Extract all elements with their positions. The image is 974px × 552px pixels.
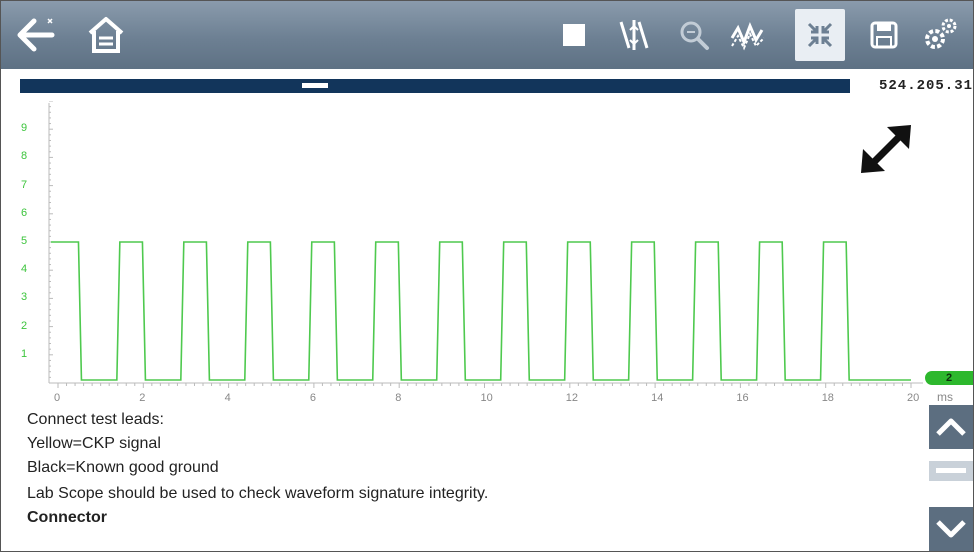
collapse-icon[interactable]: [795, 9, 845, 61]
x-tick-label: 10: [480, 392, 493, 404]
home-icon[interactable]: [81, 9, 131, 61]
info-line: Black=Known good ground: [27, 459, 219, 476]
zoom-icon[interactable]: [669, 9, 719, 61]
save-icon[interactable]: [859, 9, 909, 61]
waveform-icon[interactable]: [723, 9, 773, 61]
info-line: Connect test leads:: [27, 411, 164, 428]
position-readout: 524.205.31: [878, 78, 973, 94]
y-tick-label: 7: [21, 178, 28, 191]
settings-icon[interactable]: [915, 9, 965, 61]
info-line: Yellow=CKP signal: [27, 435, 161, 452]
x-tick-label: 20: [907, 392, 920, 404]
waveform-scrollbar[interactable]: [20, 79, 850, 93]
scroll-position-indicator: [929, 461, 973, 481]
stop-icon[interactable]: [549, 9, 599, 61]
scope-window: 524.205.31 2 ms 1 2 3 4 5 6 7 8 9 0 2 4 6 8 10 12 14 16 18…: [0, 0, 974, 552]
x-tick-label: 18: [821, 392, 834, 404]
info-scroll-controls: [927, 405, 973, 551]
x-tick-label: 2: [139, 392, 146, 404]
x-tick-label: 0: [54, 392, 61, 404]
y-tick-label: 6: [21, 206, 28, 219]
y-tick-label: 1: [21, 347, 28, 360]
x-tick-label: 12: [565, 392, 579, 404]
info-line: Lab Scope should be used to check wavefo…: [27, 485, 489, 502]
y-tick-label: 2: [21, 319, 28, 332]
x-axis-unit: ms: [937, 390, 953, 404]
x-tick-label: 8: [395, 392, 402, 404]
toolbar: [1, 1, 973, 69]
x-tick-label: 6: [309, 392, 317, 404]
back-arrow-icon[interactable]: [11, 9, 61, 61]
y-tick-label: 5: [21, 235, 28, 247]
scroll-up-button[interactable]: [929, 405, 973, 449]
y-tick-label: 9: [21, 122, 28, 135]
scroll-thumb[interactable]: [302, 83, 329, 88]
waveform-plot: 2 ms 1 2 3 4 5 6 7 8 9 0 2 4 6 8 10 12 14 16 18 20: [1, 101, 973, 409]
split-icon[interactable]: [609, 9, 659, 61]
info-title: Connector: [27, 509, 107, 526]
y-tick-label: 3: [21, 291, 28, 304]
channel-badge[interactable]: 2: [925, 371, 973, 385]
x-tick-label: 4: [224, 392, 231, 404]
scroll-down-button[interactable]: [929, 507, 973, 551]
y-tick-label: 4: [21, 263, 28, 276]
waveform-series-line: [51, 241, 911, 381]
y-tick-label: 8: [21, 150, 28, 163]
info-panel: Connect test leads: Yellow=CKP signal Bl…: [1, 405, 927, 551]
x-tick-label: 16: [736, 392, 749, 404]
waveform-svg: [48, 101, 923, 388]
x-tick-label: 14: [651, 392, 664, 404]
